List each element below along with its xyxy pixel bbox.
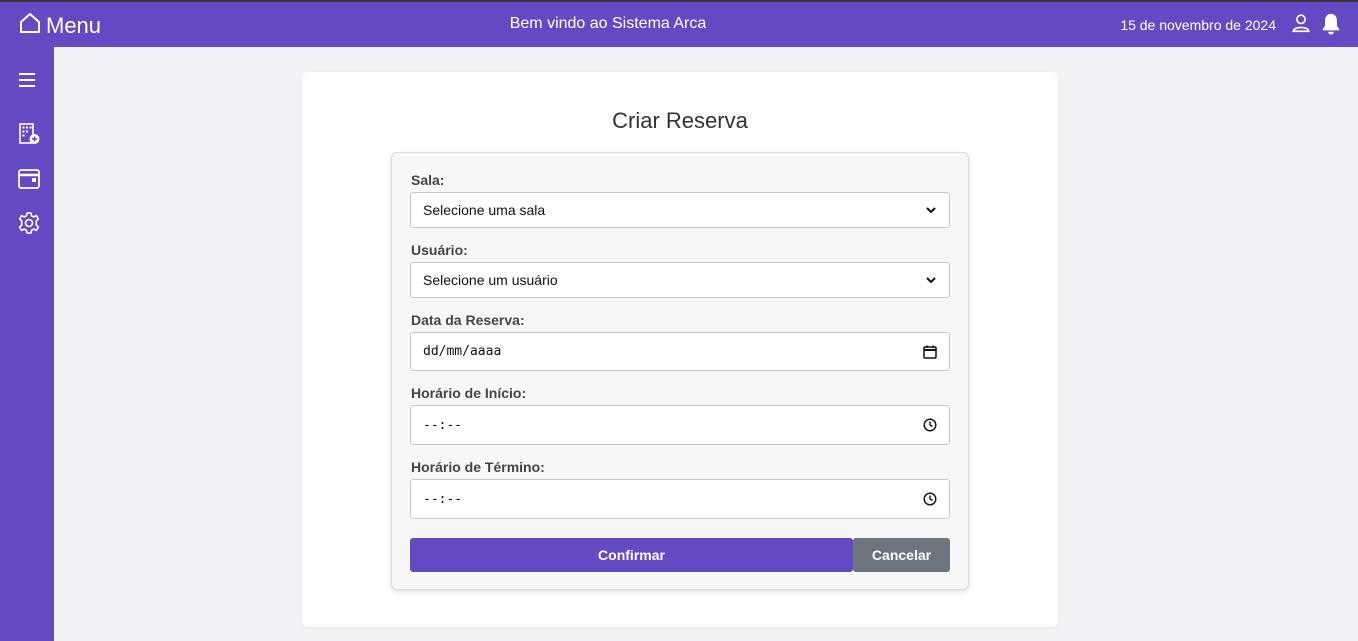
usuario-label: Usuário: bbox=[411, 242, 468, 258]
clock-icon[interactable] bbox=[923, 492, 937, 506]
sala-select[interactable]: Selecione uma sala bbox=[410, 192, 950, 228]
data-reserva-value: dd/mm/aaaa bbox=[423, 344, 502, 359]
horario-inicio-input[interactable]: --:-- bbox=[410, 405, 950, 445]
sidebar bbox=[0, 47, 54, 641]
horario-termino-label: Horário de Término: bbox=[411, 459, 545, 475]
welcome-message: Bem vindo ao Sistema Arca bbox=[509, 15, 707, 32]
user-icon[interactable] bbox=[1290, 12, 1312, 39]
confirm-button[interactable]: Confirmar bbox=[410, 538, 853, 572]
horario-termino-input[interactable]: --:-- bbox=[410, 479, 950, 519]
horario-inicio-value: --:-- bbox=[423, 417, 463, 433]
calendar-icon[interactable] bbox=[17, 167, 41, 196]
cancel-button[interactable]: Cancelar bbox=[853, 538, 950, 572]
usuario-select[interactable]: Selecione um usuário bbox=[410, 262, 950, 298]
top-bar: Menu Bem vindo ao Sistema Arca 15 de nov… bbox=[0, 0, 1358, 47]
sala-label: Sala: bbox=[411, 172, 445, 188]
chevron-down-icon bbox=[926, 277, 936, 284]
sala-select-value: Selecione uma sala bbox=[423, 202, 546, 218]
bell-icon[interactable] bbox=[1320, 12, 1342, 41]
hamburger-icon[interactable] bbox=[17, 69, 39, 96]
reservation-form: Sala: Selecione uma sala Usuário: Seleci… bbox=[391, 152, 969, 590]
horario-termino-value: --:-- bbox=[423, 491, 463, 507]
building-add-icon[interactable] bbox=[17, 122, 41, 151]
reservation-card: Criar Reserva Sala: Selecione uma sala U… bbox=[302, 72, 1058, 627]
horario-inicio-label: Horário de Início: bbox=[411, 385, 527, 401]
current-date: 15 de novembro de 2024 bbox=[1120, 17, 1276, 33]
page-title: Criar Reserva bbox=[612, 108, 748, 133]
clock-icon[interactable] bbox=[923, 418, 937, 432]
usuario-select-value: Selecione um usuário bbox=[423, 272, 558, 288]
calendar-picker-icon[interactable] bbox=[923, 345, 937, 359]
data-reserva-input[interactable]: dd/mm/aaaa bbox=[410, 332, 950, 371]
chevron-down-icon bbox=[926, 207, 936, 214]
gear-icon[interactable] bbox=[17, 211, 41, 240]
data-reserva-label: Data da Reserva: bbox=[411, 312, 525, 328]
